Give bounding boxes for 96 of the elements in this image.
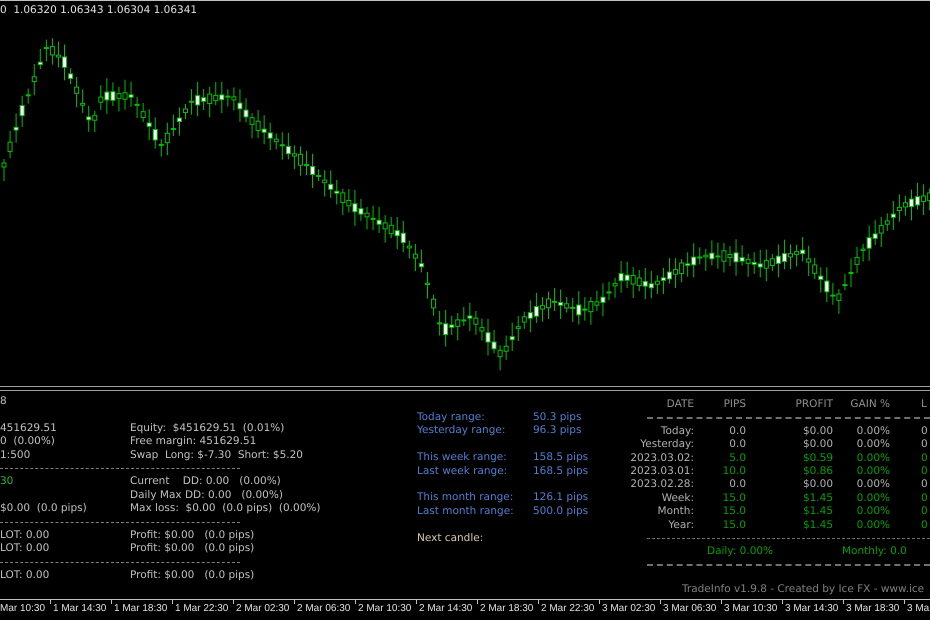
account-value: 30 [0,475,14,488]
table-cell: 0 [921,492,928,504]
account-value: $0.00 (0.0 pips) [0,502,87,514]
range-label: This week range: [417,451,507,464]
table-cell: $0.00 [802,478,833,490]
range-value: 158.5 pips [533,451,588,465]
column-header: PROFIT [796,398,833,410]
range-label: Yesterday range: [417,424,506,436]
time-label: 2 Mar 14:30 [419,603,472,614]
time-label: 1 Mar 14:30 [53,603,106,614]
range-value: 126.1 pips [533,491,588,505]
footer-credit: TradeInfo v1.9.8 - Created by Ice FX - www.ice [682,583,924,596]
table-cell: 0 [921,478,928,490]
account-value: 451629.51 [0,422,57,434]
range-value: 50.3 pips [533,411,582,424]
column-header: DATE [666,398,694,410]
table-cell: 5.0 [729,452,746,464]
account-stat: Profit: $0.00 (0.0 pips) [130,542,254,554]
time-label: 3 Mar 14:30 [785,603,838,614]
ohlc-values: 0 1.06320 1.06343 1.06304 1.06341 [0,4,198,16]
table-cell: 0 [921,505,928,518]
time-label: 3 Mar 06:30 [663,603,716,614]
table-cell: 0 [921,464,928,477]
time-label: 3 Ma [907,603,930,614]
account-stat: Free margin: 451629.51 [130,435,256,448]
date-cell: Yesterday: [640,438,694,450]
column-header: L [921,398,927,410]
account-stat: Equity: $451629.51 (0.01%) [130,422,284,434]
range-value: 96.3 pips [533,424,582,438]
table-cell: 0 [921,438,928,450]
time-label: 2 Mar 18:30 [480,603,534,614]
date-cell: 2023.03.01: [630,464,694,477]
date-cell: Week: [662,492,694,504]
table-cell: 0 [921,452,928,464]
panel-header: 8 [0,395,7,408]
table-cell: $0.00 [802,438,833,450]
range-label: Last month range: [417,504,514,517]
account-stat: Swap Long: $-7.30 Short: $5.20 [130,448,303,461]
table-cell: 0.0 [729,438,746,450]
table-cell: 0.00% [856,492,890,504]
time-label: 3 Mar 10:30 [724,603,778,614]
range-value: 500.0 pips [533,504,588,518]
account-value: LOT: 0.00 [0,569,50,582]
date-cell: 2023.02.28: [630,478,694,490]
table-cell: $1.45 [802,518,833,531]
table-cell: 0.00% [856,438,890,450]
table-cell: 0.00% [856,424,890,437]
time-label: 1 Mar 18:30 [114,603,168,614]
time-label: 2 Mar 10:30 [358,603,412,614]
time-label: 2 Mar 22:30 [541,603,594,614]
date-cell: Month: [658,505,694,518]
range-value: 168.5 pips [533,464,588,478]
next-candle-label: Next candle: [417,532,484,544]
column-header: GAIN % [850,398,890,410]
account-value: LOT: 0.00 [0,542,50,554]
account-stat: Profit: $0.00 (0.0 pips) [130,528,254,541]
date-cell: 2023.03.02: [630,452,694,464]
date-cell: Year: [668,518,694,531]
table-cell: 0.0 [729,424,746,437]
range-label: This month range: [417,491,514,504]
account-stat: Daily Max DD: 0.00 (0.00%) [130,488,283,501]
account-stat: Current DD: 0.00 (0.00%) [130,475,281,488]
table-cell: $0.86 [802,464,833,477]
account-stat: Profit: $0.00 (0.0 pips) [130,569,254,582]
date-cell: Today: [660,424,694,437]
time-label: 2 Mar 02:30 [236,603,290,614]
table-cell: 0 [921,518,928,531]
account-value: 0 (0.00%) [0,435,55,448]
account-stat: Max loss: $0.00 (0.0 pips) (0.00%) [130,502,320,514]
daily-gain: Daily: 0.00% [707,545,774,558]
table-cell: 15.0 [722,492,746,504]
table-cell: 0.00% [856,464,890,477]
table-cell: $1.45 [802,492,833,504]
column-header: PIPS [724,398,746,410]
time-label: 2 Mar 06:30 [297,603,350,614]
table-cell: 0.00% [856,452,890,464]
table-cell: 0.0 [729,478,746,490]
table-cell: 15.0 [722,518,746,531]
range-label: Today range: [417,411,485,423]
table-cell: $0.59 [802,452,833,464]
time-label: 3 Mar 18:30 [846,603,900,614]
table-cell: $1.45 [802,505,833,518]
account-value: LOT: 0.00 [0,528,50,541]
table-cell: 0.00% [856,478,890,490]
time-label: Mar 10:30 [0,603,46,614]
account-value: 1:500 [0,448,30,461]
range-label: Last week range: [417,464,508,477]
table-cell: 0.00% [856,505,890,518]
table-cell: 0.00% [856,518,890,531]
table-cell: $0.00 [802,424,833,437]
time-label: 3 Mar 02:30 [602,603,656,614]
table-cell: 0 [921,424,928,437]
time-label: 1 Mar 22:30 [175,603,228,614]
table-cell: 10.0 [722,464,746,477]
table-cell: 15.0 [722,505,746,518]
monthly-gain: Monthly: 0.0 [842,545,907,559]
